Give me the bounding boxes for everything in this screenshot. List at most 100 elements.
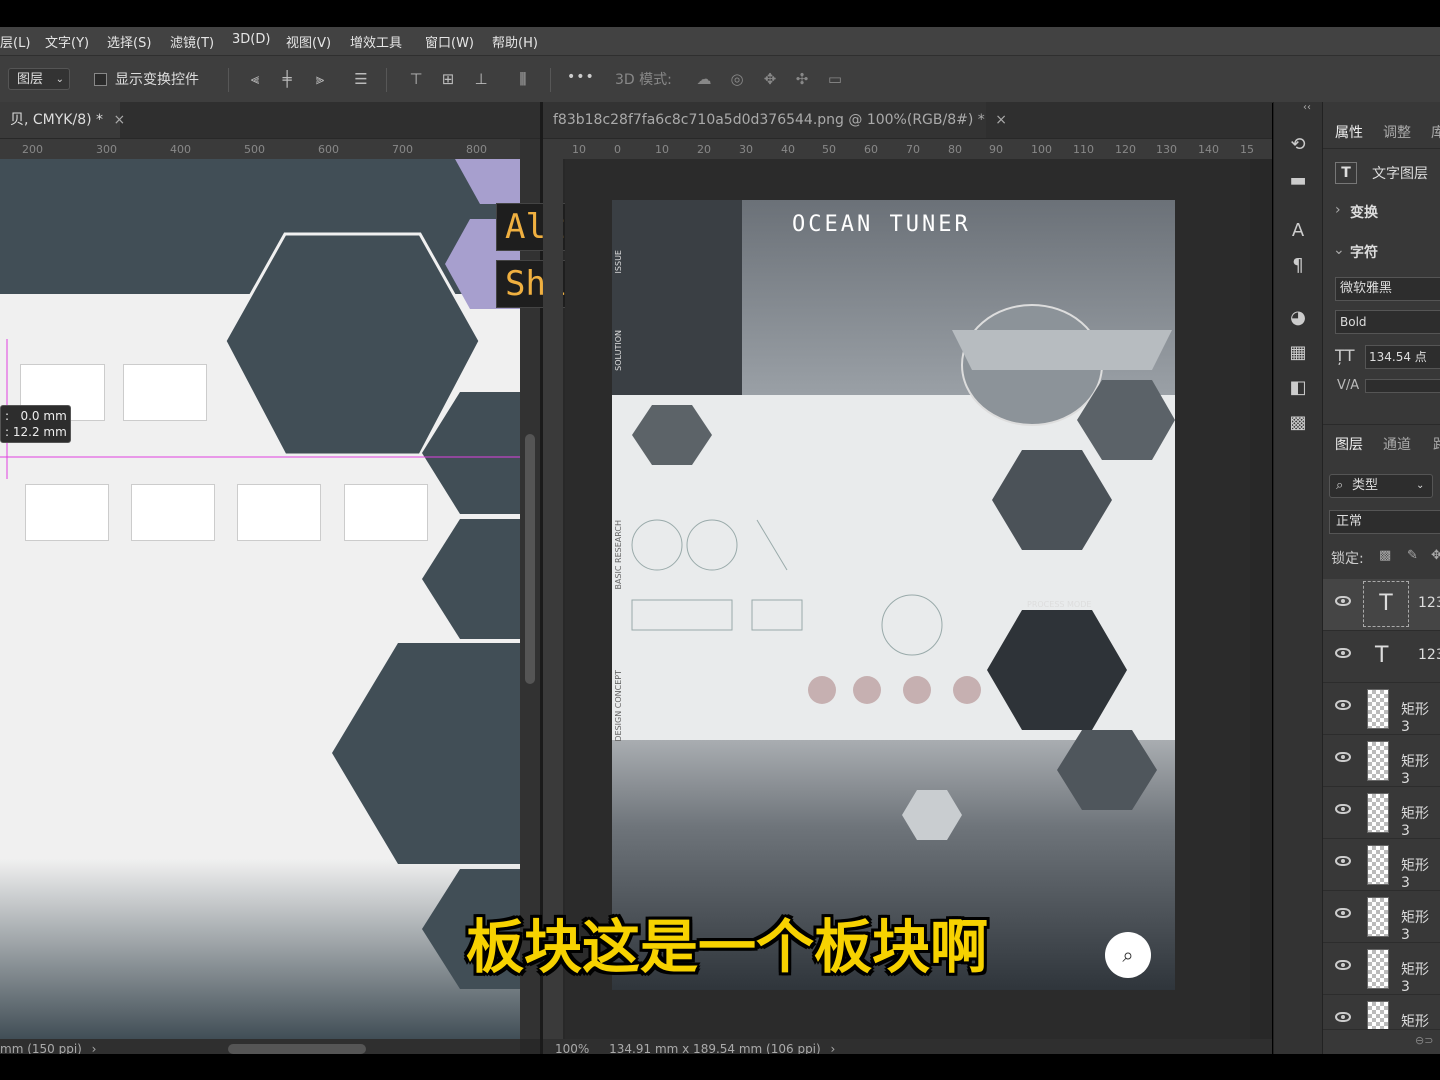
align-vcenter-icon[interactable]: ⊞ xyxy=(439,70,457,88)
collapse-panels-button[interactable]: ‹‹ xyxy=(1303,102,1311,113)
font-size-icon: ȚT xyxy=(1335,346,1355,365)
menu-window[interactable]: 窗口(W) xyxy=(425,32,474,51)
layer-filter-value: 类型 xyxy=(1352,478,1379,493)
chevron-down-icon: ⌄ xyxy=(1416,480,1425,491)
ruler-tick-label: 90 xyxy=(989,143,1003,156)
layer-row[interactable]: 矩形 3 xyxy=(1323,839,1440,891)
comment-icon[interactable]: ▬ xyxy=(1286,170,1310,192)
tab-properties[interactable]: 属性 xyxy=(1335,122,1363,142)
lock-position-icon[interactable]: ✥ xyxy=(1431,548,1440,563)
layer-filter-select[interactable]: ⌕ 类型 ⌄ xyxy=(1329,474,1433,498)
menu-plugins[interactable]: 增效工具 xyxy=(350,32,402,51)
shape-layer-thumb xyxy=(1367,689,1389,729)
divider xyxy=(1323,148,1440,149)
align-hcenter-icon[interactable]: ╪ xyxy=(278,70,296,88)
align-top-icon[interactable]: ⊤ xyxy=(407,70,425,88)
placeholder-box[interactable] xyxy=(131,484,215,541)
align-left-icon[interactable]: ⫷ xyxy=(246,70,264,88)
paragraph-icon[interactable]: ¶ xyxy=(1286,255,1310,277)
font-style-select[interactable]: Bold xyxy=(1335,310,1440,334)
eye-icon[interactable] xyxy=(1335,908,1351,918)
scroll-thumb[interactable] xyxy=(525,434,535,684)
align-right-icon[interactable]: ⫸ xyxy=(311,70,329,88)
kerning-input[interactable] xyxy=(1365,379,1440,393)
placeholder-box[interactable] xyxy=(25,484,109,541)
distribute-vertical-icon[interactable]: ⫼ xyxy=(514,70,532,88)
gradient-icon[interactable]: ◧ xyxy=(1286,377,1310,399)
align-bottom-icon[interactable]: ⊥ xyxy=(472,70,490,88)
hexagon xyxy=(422,519,520,639)
layer-row[interactable]: T 123 xyxy=(1323,579,1440,631)
swatches-icon[interactable]: ◕ xyxy=(1286,307,1310,329)
font-size-input[interactable]: 134.54 点 xyxy=(1365,345,1440,369)
eye-icon[interactable] xyxy=(1335,596,1351,606)
lock-brush-icon[interactable]: ✎ xyxy=(1407,548,1418,563)
close-icon[interactable]: × xyxy=(113,112,125,128)
distribute-icon[interactable]: ☰ xyxy=(352,70,370,88)
more-options-button[interactable]: ••• xyxy=(567,69,595,85)
ruler-tick-label: 70 xyxy=(906,143,920,156)
layer-name: 矩形 3 xyxy=(1401,910,1429,943)
patterns-icon[interactable]: ▩ xyxy=(1286,412,1310,434)
ruler-tick-label: 800 xyxy=(466,143,487,156)
font-family-select[interactable]: 微软雅黑 xyxy=(1335,277,1440,301)
tab-right-document[interactable]: f83b18c28f7fa6c8c710a5d0d376544.png @ 10… xyxy=(543,102,1007,138)
placeholder-box[interactable] xyxy=(123,364,207,421)
show-transform-checkbox[interactable] xyxy=(94,73,107,86)
history-icon[interactable]: ⟲ xyxy=(1286,134,1310,156)
menu-view[interactable]: 视图(V) xyxy=(286,32,331,51)
tab-layers[interactable]: 图层 xyxy=(1335,434,1363,454)
tab-left-document[interactable]: 贝, CMYK/8) * × xyxy=(0,102,125,138)
visual-search-icon[interactable]: ⌕ xyxy=(1105,932,1151,978)
chevron-right-icon: › xyxy=(1335,202,1341,218)
tab-channels[interactable]: 通道 xyxy=(1383,434,1411,454)
menu-layer[interactable]: 层(L) xyxy=(0,32,30,51)
eye-icon[interactable] xyxy=(1335,856,1351,866)
layer-row[interactable]: 矩形 3 xyxy=(1323,683,1440,735)
character-icon[interactable]: A xyxy=(1286,220,1310,242)
menu-type[interactable]: 文字(Y) xyxy=(45,32,89,51)
3d-orbit-icon[interactable]: ☁ xyxy=(695,70,713,88)
placeholder-box[interactable] xyxy=(237,484,321,541)
placeholder-box[interactable] xyxy=(344,484,428,541)
eye-icon[interactable] xyxy=(1335,700,1351,710)
font-family-value: 微软雅黑 xyxy=(1340,281,1393,296)
tab-libraries[interactable]: 库 xyxy=(1431,122,1440,142)
layer-row[interactable]: 矩形 3 xyxy=(1323,995,1440,1030)
layer-row[interactable]: T 123 xyxy=(1323,631,1440,683)
menu-3d[interactable]: 3D(D) xyxy=(232,32,270,47)
left-canvas[interactable]: : 0.0 mm : 12.2 mm xyxy=(0,159,520,1039)
3d-scale-icon[interactable]: ▭ xyxy=(826,70,844,88)
menu-help[interactable]: 帮助(H) xyxy=(492,32,538,51)
tab-adjustments[interactable]: 调整 xyxy=(1383,122,1411,142)
3d-slide-icon[interactable]: ✣ xyxy=(793,70,811,88)
table-icon[interactable]: ▦ xyxy=(1286,342,1310,364)
tab-paths[interactable]: 路 xyxy=(1433,434,1440,454)
layer-row[interactable]: 矩形 3 xyxy=(1323,735,1440,787)
menu-select[interactable]: 选择(S) xyxy=(107,32,151,51)
eye-icon[interactable] xyxy=(1335,648,1351,658)
auto-select-dropdown[interactable]: 图层 ⌄ xyxy=(8,68,70,90)
left-horizontal-ruler: 200 300 400 500 600 700 800 xyxy=(0,139,540,159)
layer-row[interactable]: 矩形 3 xyxy=(1323,891,1440,943)
3d-roll-icon[interactable]: ◎ xyxy=(728,70,746,88)
layer-row[interactable]: 矩形 3 xyxy=(1323,787,1440,839)
menu-filter[interactable]: 滤镜(T) xyxy=(170,32,214,51)
horizontal-scroll-thumb[interactable] xyxy=(228,1044,366,1054)
tab-right-title: f83b18c28f7fa6c8c710a5d0d376544.png @ 10… xyxy=(553,112,985,128)
close-icon[interactable]: × xyxy=(995,112,1007,128)
blend-mode-select[interactable]: 正常 xyxy=(1329,510,1440,534)
eye-icon[interactable] xyxy=(1335,752,1351,762)
link-layers-icon[interactable]: ⊖⊃ xyxy=(1415,1034,1433,1047)
3d-pan-icon[interactable]: ✥ xyxy=(761,70,779,88)
lock-transparency-icon[interactable]: ▩ xyxy=(1379,548,1391,563)
layer-row[interactable]: 矩形 3 xyxy=(1323,943,1440,995)
poster-title: OCEAN TUNER xyxy=(792,212,971,237)
eye-icon[interactable] xyxy=(1335,960,1351,970)
show-transform-label: 显示变换控件 xyxy=(115,72,199,88)
poster-section-design-concept: DESIGN CONCEPT xyxy=(614,670,623,742)
ruler-tick-label: 400 xyxy=(170,143,191,156)
eye-icon[interactable] xyxy=(1335,804,1351,814)
divider xyxy=(386,68,387,92)
eye-icon[interactable] xyxy=(1335,1012,1351,1022)
